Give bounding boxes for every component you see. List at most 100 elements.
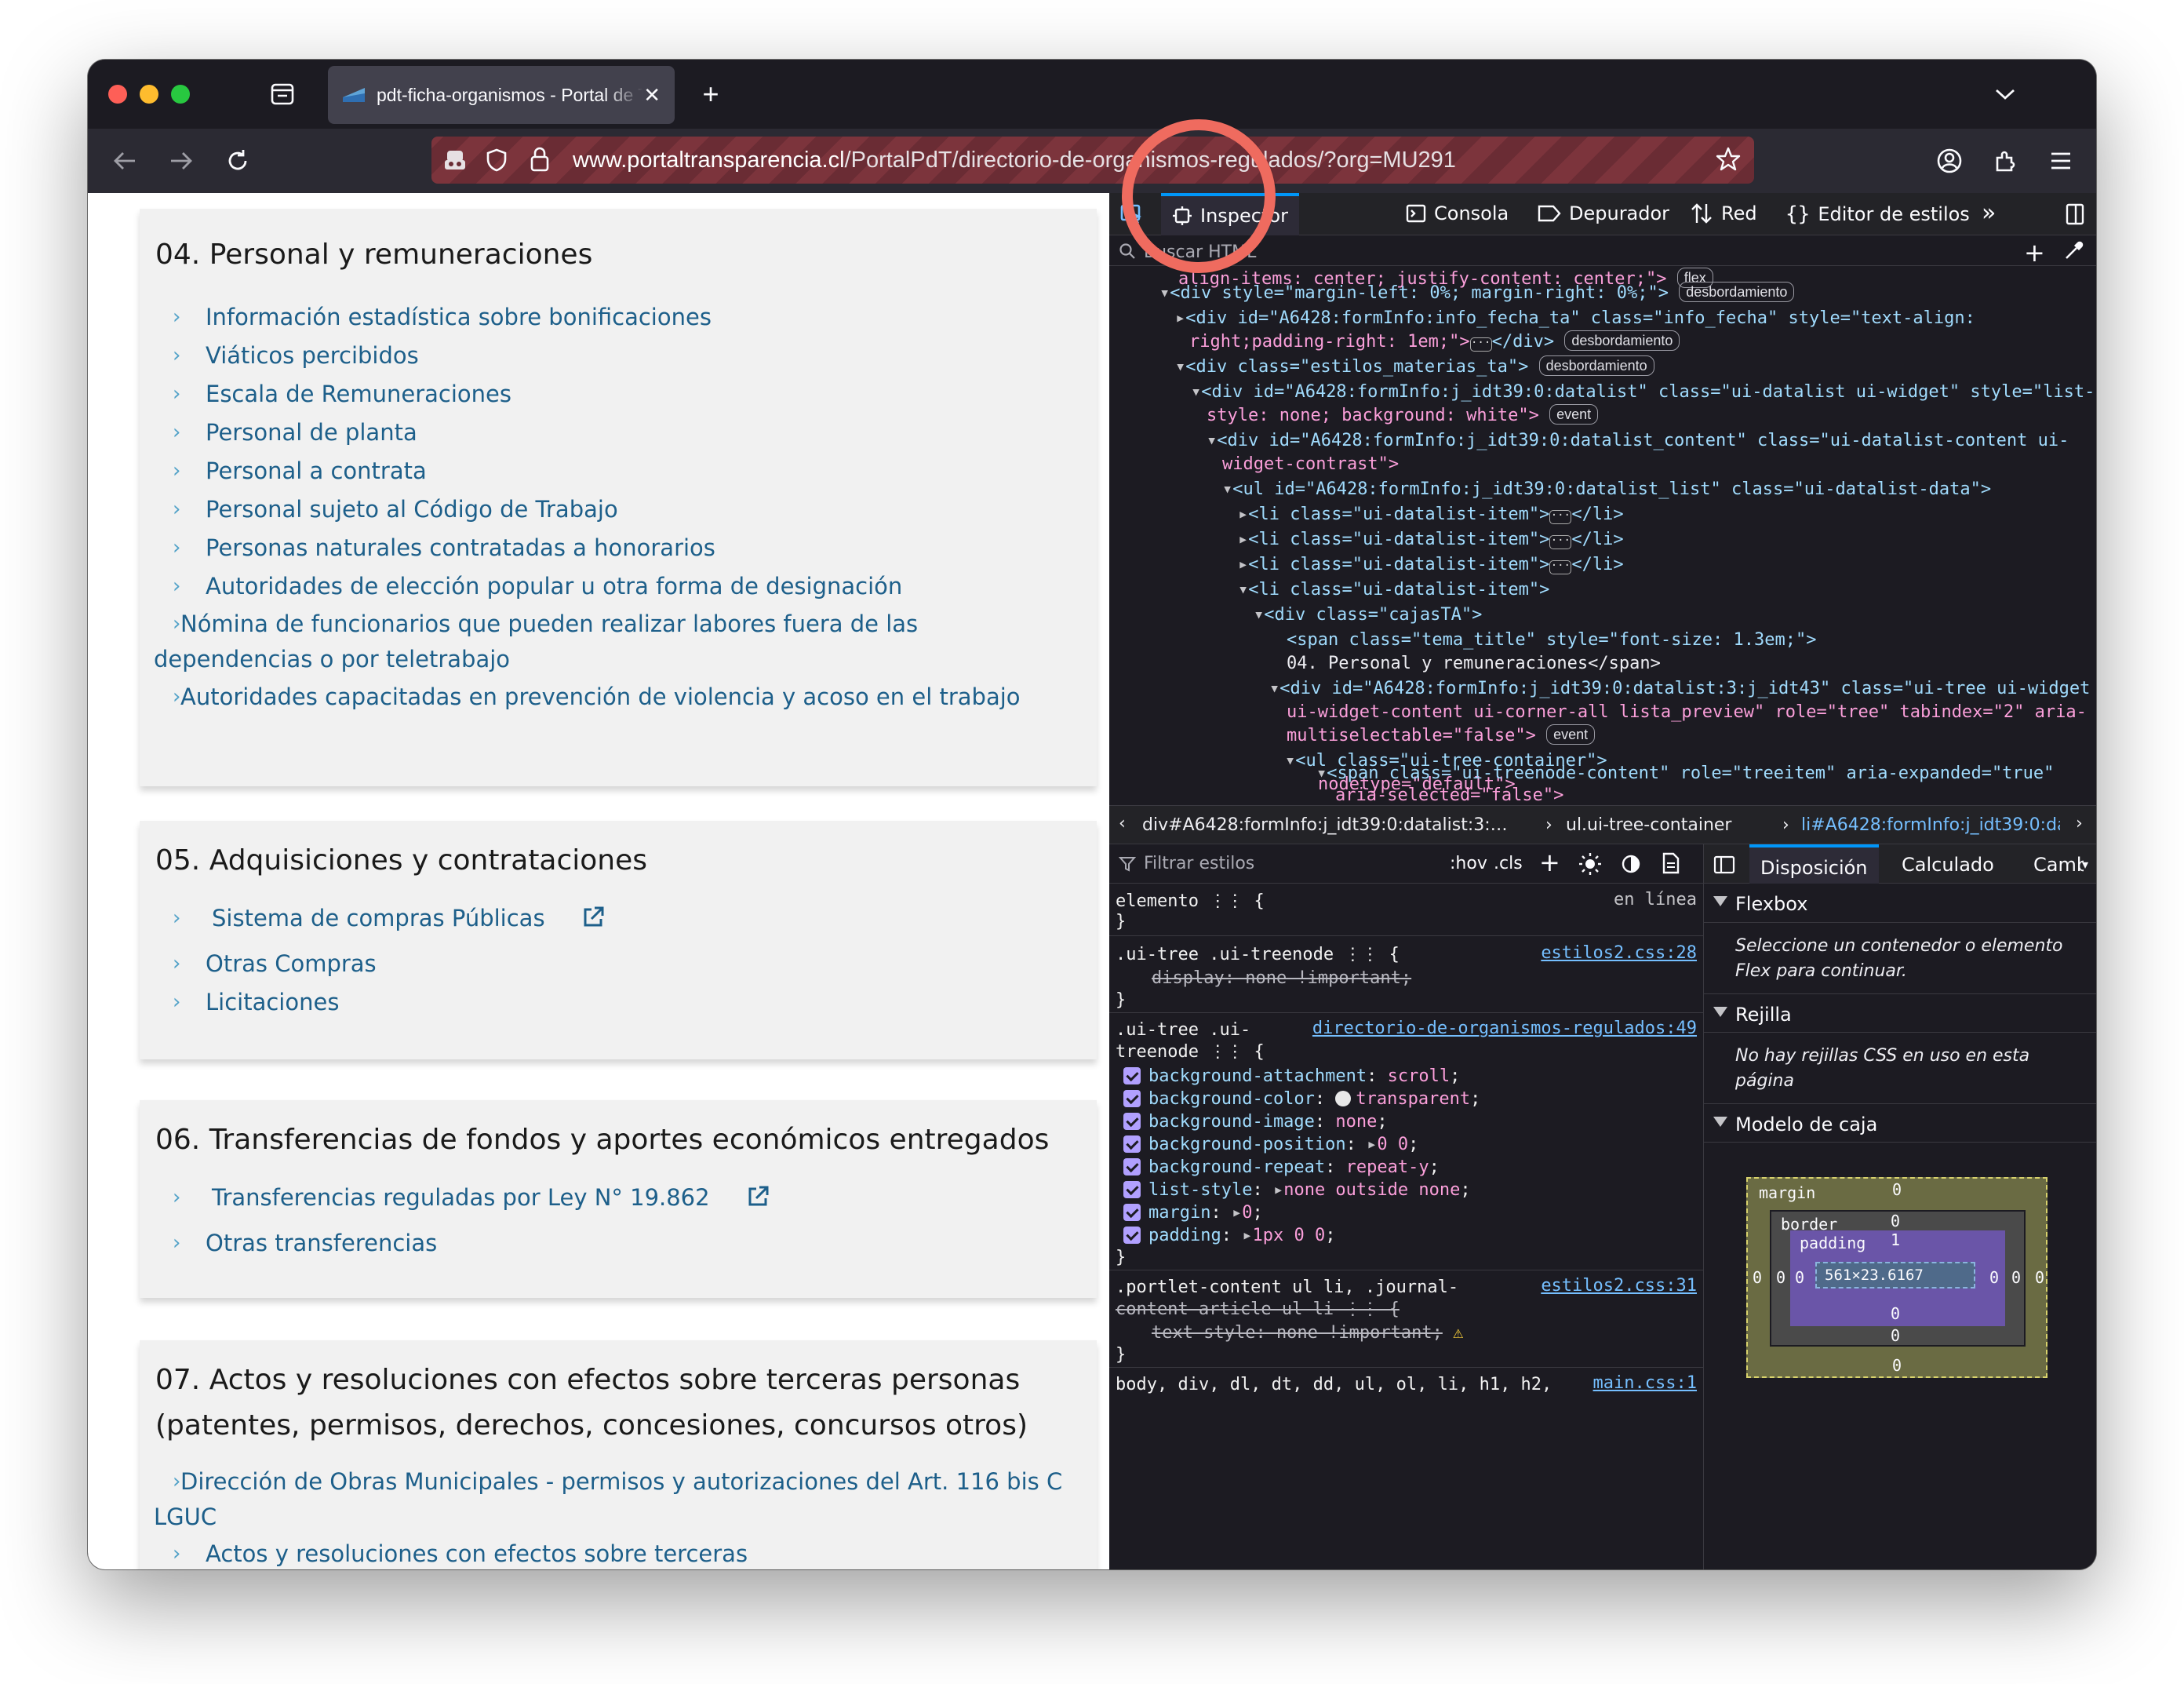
markup-line[interactable]: ▸<li class="ui-datalist-item">···</li> <box>1238 527 1624 552</box>
checkbox[interactable] <box>1123 1158 1141 1176</box>
markup-line[interactable]: ▸<div id="A6428:formInfo:info_fecha_ta" … <box>1175 306 1975 331</box>
list-item[interactable]: › Nómina de funcionarios que pueden reali… <box>154 607 1064 677</box>
markup-line[interactable]: widget-contrast"> <box>1222 452 1399 477</box>
markup-view-continued[interactable]: ▾<span class="ui-treenode-content" role=… <box>1109 761 2096 805</box>
cls-toggle-button[interactable]: .cls <box>1494 854 1523 873</box>
tab-console[interactable]: Consola <box>1406 202 1509 224</box>
minimize-window-button[interactable] <box>140 85 158 104</box>
list-item[interactable]: › Otras Compras <box>173 946 1051 982</box>
declaration[interactable]: background-repeat: repeat-y; <box>1123 1156 1440 1179</box>
tab-layout[interactable]: Disposición <box>1749 844 1879 884</box>
filter-styles-input[interactable]: Filtrar estilos <box>1144 854 1254 873</box>
forward-arrow-icon[interactable] <box>165 144 198 177</box>
markup-line[interactable]: 04. Personal y remuneraciones</span> <box>1287 651 1661 676</box>
breadcrumb-back-icon[interactable]: ‹ <box>1119 814 1126 833</box>
margin-right-value[interactable]: 0 <box>2035 1268 2044 1287</box>
list-item[interactable]: › Transferencias reguladas por Ley N° 19.… <box>173 1180 1051 1219</box>
margin-bottom-value[interactable]: 0 <box>1892 1356 1902 1375</box>
stylesheet-link[interactable]: estilos2.css:28 <box>1541 943 1697 963</box>
url-text[interactable]: www.portaltransparencia.cl/PortalPdT/dir… <box>573 148 1456 173</box>
stylesheet-link[interactable]: directorio-de-organismos-regulados:49 <box>1312 1019 1697 1038</box>
grid-section-header[interactable]: Rejilla <box>1704 993 2096 1033</box>
list-item[interactable]: › Actos y resoluciones con efectos sobre … <box>173 1536 1051 1569</box>
add-rule-icon[interactable]: + <box>1539 847 1560 877</box>
filter-styles-bar[interactable]: Filtrar estilos :hov .cls + <box>1109 844 1703 884</box>
expand-triangle-icon[interactable]: ▸ <box>1367 1135 1377 1154</box>
markup-line[interactable]: right;padding-right: 1em;">···</div> des… <box>1189 330 1680 355</box>
list-item[interactable]: › Personal de planta <box>173 415 1051 450</box>
declaration[interactable]: background-color: transparent; <box>1123 1088 1480 1110</box>
hov-toggle-button[interactable]: :hov <box>1450 854 1487 873</box>
firefox-view-icon[interactable] <box>270 82 295 107</box>
rule-selector[interactable]: .ui-tree .ui-treenode ⋮⋮ { <box>1116 943 1400 966</box>
list-item[interactable]: › Escala de Remuneraciones <box>173 377 1051 412</box>
markup-line[interactable]: style: none; background: white"> event <box>1207 403 1599 428</box>
declaration[interactable]: background-attachment: scroll; <box>1123 1065 1460 1088</box>
markup-line[interactable]: ▾<div id="A6428:formInfo:j_idt39:0:datal… <box>1191 380 2095 405</box>
list-item[interactable]: › Autoridades capacitadas en prevención d… <box>154 680 1064 715</box>
tab-changes[interactable]: Camb <box>2033 854 2084 876</box>
light-mode-sun-icon[interactable] <box>1578 852 1602 879</box>
list-item[interactable]: › Personal sujeto al Código de Trabajo <box>173 492 1051 527</box>
breadcrumb-item-selected[interactable]: li#A6428:formInfo:j_idt39:0:datalist:3:j… <box>1801 815 2060 835</box>
markup-line[interactable]: ▾<li class="ui-datalist-item"> <box>1238 578 1549 603</box>
reload-icon[interactable] <box>221 144 254 177</box>
checkbox[interactable] <box>1123 1227 1141 1244</box>
declaration[interactable]: margin: ▸0; <box>1123 1201 1263 1224</box>
markup-view[interactable]: align-items: center; justify-content: ce… <box>1109 267 2096 805</box>
overridden-declaration[interactable]: text-style: none !important; ⚠ <box>1152 1321 1463 1344</box>
rule-selector[interactable]: content-article ul li ⋮⋮ { <box>1116 1298 1400 1321</box>
checkbox[interactable] <box>1123 1181 1141 1198</box>
element-rule-selector[interactable]: elemento ⋮⋮ { <box>1116 890 1265 913</box>
margin-top-value[interactable]: 0 <box>1892 1180 1902 1199</box>
list-item[interactable]: › Personal a contrata <box>173 454 1051 489</box>
bookmark-star-icon[interactable] <box>1715 146 1742 177</box>
padding-left-value[interactable]: 0 <box>1795 1268 1804 1287</box>
breadcrumb-item[interactable]: div#A6428:formInfo:j_idt39:0:datalist:3:… <box>1142 815 1508 835</box>
extensions-puzzle-icon[interactable] <box>1989 144 2022 177</box>
list-item[interactable]: › Personas naturales contratadas a honora… <box>173 530 1051 566</box>
breadcrumb-item[interactable]: ul.ui-tree-container <box>1566 815 1731 835</box>
declaration[interactable]: padding: ▸1px 0 0; <box>1123 1224 1335 1247</box>
rule-selector[interactable]: body, div, dl, dt, dd, ul, ol, li, h1, h… <box>1116 1373 1552 1396</box>
new-tab-button[interactable]: + <box>693 77 728 111</box>
markup-line[interactable]: ▸<li class="ui-datalist-item">···</li> <box>1238 502 1624 527</box>
expand-triangle-icon[interactable]: ▸ <box>1232 1203 1242 1223</box>
address-bar[interactable]: www.portaltransparencia.cl/PortalPdT/dir… <box>431 137 1754 184</box>
list-item[interactable]: › Autoridades de elección popular u otra … <box>173 569 1051 604</box>
list-item[interactable]: › Dirección de Obras Municipales - permis… <box>154 1464 1064 1535</box>
hamburger-menu-icon[interactable] <box>2044 144 2077 177</box>
checkbox[interactable] <box>1123 1090 1141 1107</box>
flexbox-section-header[interactable]: Flexbox <box>1704 884 2096 923</box>
rule-selector[interactable]: treenode ⋮⋮ { <box>1116 1041 1265 1063</box>
rule-selector[interactable]: .portlet-content ul li, .journal- <box>1116 1276 1458 1299</box>
breadcrumb-forward-icon[interactable]: › <box>2076 814 2083 833</box>
active-tab[interactable]: pdt-ficha-organismos - Portal de Transpa… <box>328 66 675 124</box>
checkbox[interactable] <box>1123 1113 1141 1130</box>
border-top-value[interactable]: 0 <box>1891 1212 1900 1230</box>
tab-style-editor[interactable]: {} Editor de estilos <box>1785 202 1970 226</box>
markup-line[interactable]: ▾<div class="cajasTA"> <box>1254 603 1482 628</box>
checkbox[interactable] <box>1123 1067 1141 1084</box>
margin-left-value[interactable]: 0 <box>1753 1268 1762 1287</box>
list-item[interactable]: › Otras transferencias <box>173 1226 1051 1261</box>
box-model-section-header[interactable]: Modelo de caja <box>1704 1103 2096 1143</box>
stylesheet-link[interactable]: main.css:1 <box>1593 1373 1697 1393</box>
tab-debugger[interactable]: Depurador <box>1538 202 1669 224</box>
close-tab-icon[interactable]: ✕ <box>643 83 661 108</box>
markup-line[interactable]: <span class="tema_title" style="font-siz… <box>1287 628 1817 653</box>
checkbox[interactable] <box>1123 1204 1141 1221</box>
dock-side-icon[interactable] <box>2065 202 2088 226</box>
add-node-icon[interactable]: + <box>2024 238 2045 268</box>
list-item[interactable]: › Licitaciones <box>173 985 1051 1020</box>
zoom-window-button[interactable] <box>171 85 190 104</box>
close-window-button[interactable] <box>108 85 127 104</box>
expand-triangle-icon[interactable]: ▸ <box>1242 1226 1252 1245</box>
toggle-sidebar-icon[interactable] <box>1713 855 1735 879</box>
rule-selector[interactable]: .ui-tree .ui- <box>1116 1019 1250 1041</box>
markup-line[interactable]: ▾<div id="A6428:formInfo:j_idt39:0:datal… <box>1207 428 2069 454</box>
content-size[interactable]: 561×23.6167 <box>1825 1267 1924 1284</box>
back-arrow-icon[interactable] <box>108 144 141 177</box>
markup-line[interactable]: ▸<li class="ui-datalist-item">···</li> <box>1238 552 1624 578</box>
lock-icon[interactable] <box>529 146 551 177</box>
